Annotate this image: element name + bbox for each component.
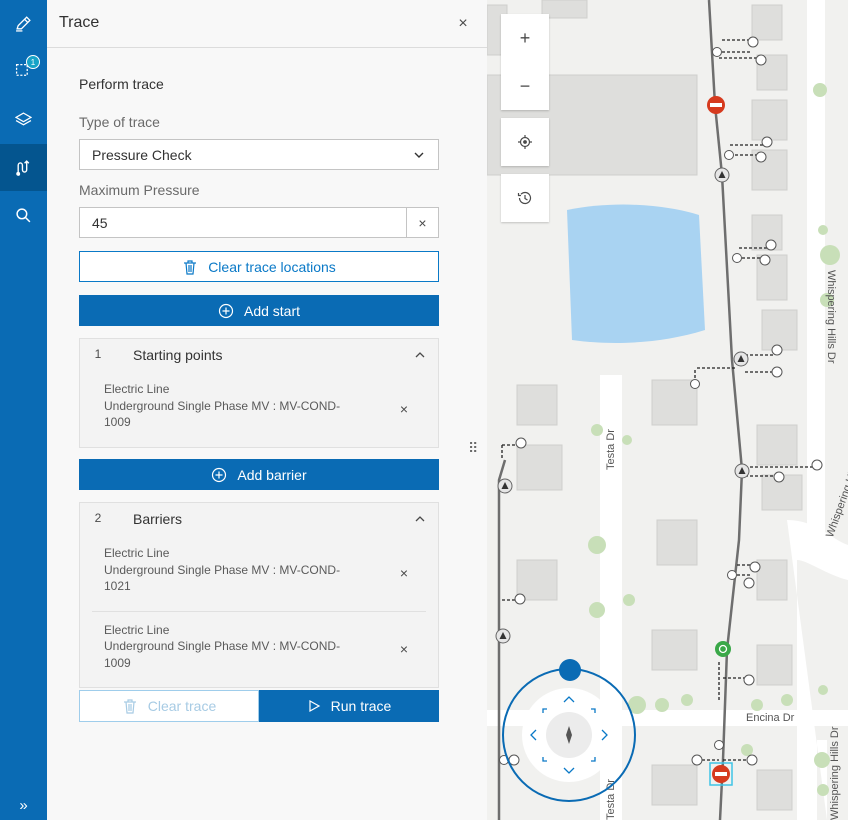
item-line1: Electric Line	[104, 382, 170, 396]
trace-actions: Clear trace Run trace	[79, 690, 439, 722]
trace-tool-button[interactable]	[0, 144, 47, 191]
list-item: Electric Line Underground Single Phase M…	[92, 610, 426, 688]
zoom-in-button[interactable]: +	[520, 28, 531, 49]
navigation-widget[interactable]	[496, 656, 644, 804]
trace-type-select[interactable]: Pressure Check	[79, 139, 439, 170]
plus-circle-icon	[212, 467, 227, 482]
locate-button[interactable]	[501, 118, 549, 166]
remove-item-button[interactable]: ×	[400, 565, 408, 581]
street-road	[807, 0, 825, 540]
add-start-label: Add start	[243, 302, 301, 319]
selection-count-badge: 1	[26, 55, 40, 69]
clear-trace-label: Clear trace	[147, 698, 217, 714]
search-tool-button[interactable]	[0, 192, 47, 239]
item-line2: Underground Single Phase MV : MV-COND-10…	[104, 398, 341, 430]
run-trace-button[interactable]: Run trace	[259, 690, 439, 722]
history-button[interactable]	[501, 174, 549, 222]
zoom-out-button[interactable]: −	[520, 76, 531, 97]
item-line1: Electric Line	[104, 622, 170, 637]
trash-icon	[123, 699, 136, 714]
layers-icon	[15, 112, 32, 126]
panel-header: Trace ×	[47, 0, 487, 48]
crosshair-icon	[518, 135, 532, 149]
chevron-down-icon	[414, 152, 424, 158]
barriers-header[interactable]: 2 Barriers	[80, 503, 438, 535]
double-chevron-right-icon: »	[19, 796, 28, 814]
trash-icon	[184, 259, 197, 275]
start-marker	[715, 641, 731, 657]
item-line1: Electric Line	[104, 546, 170, 560]
remove-item-button[interactable]: ×	[400, 401, 408, 417]
close-icon: ×	[418, 214, 427, 231]
starting-points-header[interactable]: 1 Starting points	[80, 339, 438, 371]
close-panel-button[interactable]: ×	[453, 14, 473, 34]
plus-circle-icon	[218, 303, 234, 318]
max-pressure-field: 45 ×	[79, 207, 439, 238]
street-label: Whispering Hills Dr	[829, 726, 841, 820]
remove-item-button[interactable]: ×	[400, 641, 408, 657]
list-item: Electric Line Underground Single Phase M…	[80, 371, 438, 447]
street-label: Whispering Hills Dr	[825, 270, 837, 364]
clear-trace-locations-button[interactable]: Clear trace locations	[79, 251, 439, 282]
water-body	[567, 204, 705, 343]
layers-button[interactable]	[0, 96, 47, 143]
panel-resize-grip[interactable]: ⠿	[468, 440, 480, 460]
expand-rail-button[interactable]: »	[0, 790, 47, 820]
list-item: Electric Line Underground Single Phase M…	[80, 535, 438, 611]
zoom-controls: + −	[501, 14, 549, 110]
max-pressure-input[interactable]: 45	[80, 208, 406, 237]
add-start-button[interactable]: Add start	[79, 295, 439, 326]
card-number: 2	[94, 511, 102, 525]
add-barrier-label: Add barrier	[237, 466, 307, 483]
add-barrier-button[interactable]: Add barrier	[79, 459, 439, 490]
item-line2: Underground Single Phase MV : MV-COND-10…	[104, 562, 341, 594]
clear-trace-button[interactable]: Clear trace	[79, 690, 259, 722]
item-line2: Underground Single Phase MV : MV-COND-10…	[104, 639, 341, 670]
history-icon	[517, 191, 532, 205]
search-icon	[16, 208, 31, 223]
trace-panel: Trace × Perform trace Type of trace Pres…	[47, 0, 487, 820]
card-number: 1	[94, 347, 102, 361]
clear-trace-locations-label: Clear trace locations	[208, 258, 336, 275]
select-tool-button[interactable]: 1	[0, 48, 47, 95]
play-icon	[309, 699, 320, 713]
card-title: Starting points	[133, 347, 223, 363]
starting-points-card: 1 Starting points Electric Line Undergro…	[79, 338, 439, 448]
chevron-up-icon	[415, 352, 425, 358]
barriers-card: 2 Barriers Electric Line Underground Sin…	[79, 502, 439, 688]
trace-type-label: Type of trace	[79, 114, 160, 130]
close-icon: ×	[458, 15, 468, 32]
pencil-icon	[16, 16, 31, 32]
panel-title: Trace	[59, 14, 100, 31]
action-rail: 1 »	[0, 0, 47, 820]
trace-type-value: Pressure Check	[92, 146, 192, 163]
clear-input-button[interactable]: ×	[406, 208, 438, 237]
barrier-markers	[707, 96, 733, 786]
edit-tool-button[interactable]	[0, 0, 47, 47]
chevron-up-icon	[415, 516, 425, 522]
street-label: Encina Dr	[746, 712, 795, 724]
run-trace-label: Run trace	[330, 698, 392, 714]
card-title: Barriers	[133, 511, 183, 527]
trace-icon	[16, 160, 30, 176]
rotate-handle[interactable]	[559, 659, 581, 681]
max-pressure-label: Maximum Pressure	[79, 182, 200, 198]
section-title: Perform trace	[79, 76, 164, 92]
street-label: Testa Dr	[605, 429, 617, 470]
